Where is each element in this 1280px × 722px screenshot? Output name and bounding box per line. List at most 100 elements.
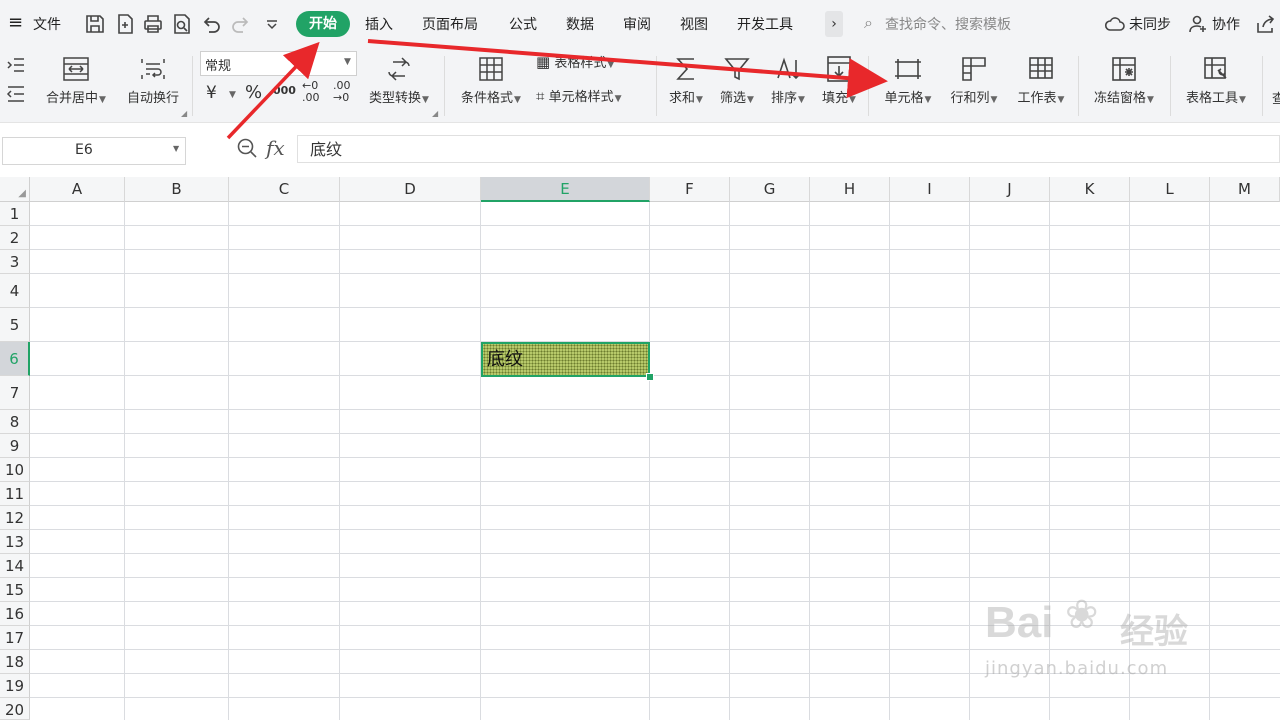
tab-insert[interactable]: 插入 [365, 14, 393, 34]
percent-button[interactable]: % [245, 82, 262, 103]
search-command-input[interactable]: 查找命令、搜索模板 [885, 14, 1011, 34]
row-header-7[interactable]: 7 [0, 376, 30, 410]
find-button-partial[interactable]: 查 [1272, 88, 1280, 107]
row-header-13[interactable]: 13 [0, 530, 30, 554]
merge-center-button[interactable]: 合并居中▼ [38, 54, 114, 106]
more-tabs-button[interactable]: › [825, 11, 843, 37]
filter-icon [724, 58, 750, 81]
column-header-c[interactable]: C [229, 177, 340, 202]
merge-center-icon [63, 57, 89, 81]
type-convert-button[interactable]: 类型转换▼ [362, 54, 436, 106]
tab-formula[interactable]: 公式 [509, 14, 537, 34]
indent-icon[interactable] [6, 55, 26, 75]
save-icon[interactable] [84, 13, 106, 35]
worksheet-button[interactable]: 工作表▼ [1010, 54, 1072, 106]
redo-icon[interactable] [230, 13, 252, 35]
grid-vline [480, 202, 481, 720]
tab-page-layout[interactable]: 页面布局 [422, 14, 478, 34]
outdent-icon[interactable] [6, 84, 26, 104]
name-box-value: E6 [75, 142, 93, 158]
decrease-decimal-button[interactable]: .00 →0 [333, 80, 357, 104]
row-header-11[interactable]: 11 [0, 482, 30, 506]
table-tools-icon [1204, 57, 1227, 79]
conditional-format-button[interactable]: 条件格式▼ [454, 54, 528, 106]
number-format-select[interactable]: 常规 ▼ [200, 51, 357, 76]
insert-function-button[interactable]: fx [266, 136, 285, 160]
tab-review[interactable]: 审阅 [623, 14, 651, 34]
freeze-panes-button[interactable]: 冻结窗格▼ [1086, 54, 1162, 106]
increase-decimal-button[interactable]: ←0 .00 [302, 80, 326, 104]
cell-style-button[interactable]: ⌗ 单元格样式▼ [536, 86, 622, 105]
row-header-2[interactable]: 2 [0, 226, 30, 250]
column-header-b[interactable]: B [125, 177, 229, 202]
sum-button[interactable]: 求和▼ [664, 54, 708, 106]
row-header-20[interactable]: 20 [0, 698, 30, 720]
share-icon[interactable] [1255, 14, 1277, 34]
watermark-brand: Bai [985, 598, 1054, 647]
row-header-5[interactable]: 5 [0, 308, 30, 342]
currency-dropdown-icon[interactable]: ▼ [229, 90, 236, 100]
tab-data[interactable]: 数据 [566, 14, 594, 34]
column-header-g[interactable]: G [730, 177, 810, 202]
auto-wrap-button[interactable]: 自动换行 [120, 54, 186, 106]
select-all-corner[interactable]: ◢ [0, 177, 30, 202]
column-header-m[interactable]: M [1210, 177, 1280, 202]
column-header-j[interactable]: J [970, 177, 1050, 202]
column-header-a[interactable]: A [30, 177, 125, 202]
name-box[interactable]: E6 ▼ [2, 137, 186, 165]
row-header-12[interactable]: 12 [0, 506, 30, 530]
zoom-search-icon[interactable] [236, 137, 258, 159]
column-header-e[interactable]: E [481, 177, 650, 202]
sync-status[interactable]: 未同步 [1129, 14, 1171, 34]
ribbon-divider [1078, 56, 1079, 116]
fill-handle[interactable] [646, 373, 654, 381]
row-header-9[interactable]: 9 [0, 434, 30, 458]
row-header-10[interactable]: 10 [0, 458, 30, 482]
table-tools-label: 表格工具 [1186, 91, 1239, 106]
table-tools-button[interactable]: 表格工具▼ [1178, 54, 1254, 106]
print-icon[interactable] [142, 13, 164, 35]
column-header-d[interactable]: D [340, 177, 481, 202]
user-collab-icon[interactable] [1188, 14, 1208, 34]
hamburger-menu-icon[interactable]: ≡ [8, 12, 23, 33]
fill-button[interactable]: 填充▼ [817, 54, 861, 106]
row-header-18[interactable]: 18 [0, 650, 30, 674]
tab-developer[interactable]: 开发工具 [737, 14, 793, 34]
column-header-k[interactable]: K [1050, 177, 1130, 202]
quick-access-dropdown-icon[interactable] [261, 13, 283, 35]
row-col-button[interactable]: 行和列▼ [944, 54, 1004, 106]
row-header-14[interactable]: 14 [0, 554, 30, 578]
print-preview-icon[interactable] [171, 13, 193, 35]
column-header-h[interactable]: H [810, 177, 890, 202]
dialog-launcher-icon[interactable]: ◢ [181, 109, 187, 118]
dialog-launcher-icon[interactable]: ◢ [432, 109, 438, 118]
row-header-17[interactable]: 17 [0, 626, 30, 650]
table-style-button[interactable]: ▦ 表格样式▼ [536, 52, 614, 71]
column-header-l[interactable]: L [1130, 177, 1210, 202]
undo-icon[interactable] [200, 13, 222, 35]
row-header-4[interactable]: 4 [0, 274, 30, 308]
cell-button[interactable]: 单元格▼ [878, 54, 938, 106]
row-header-8[interactable]: 8 [0, 410, 30, 434]
formula-input[interactable]: 底纹 [297, 135, 1280, 163]
column-header-i[interactable]: I [890, 177, 970, 202]
row-header-3[interactable]: 3 [0, 250, 30, 274]
column-header-f[interactable]: F [650, 177, 730, 202]
export-pdf-icon[interactable] [114, 13, 136, 35]
currency-button[interactable]: ¥ [206, 83, 217, 103]
row-header-15[interactable]: 15 [0, 578, 30, 602]
cloud-sync-icon[interactable] [1104, 14, 1126, 34]
filter-button[interactable]: 筛选▼ [715, 54, 759, 106]
row-header-1[interactable]: 1 [0, 202, 30, 226]
grid-vline [729, 202, 730, 720]
row-header-6[interactable]: 6 [0, 342, 30, 376]
sort-button[interactable]: 排序▼ [766, 54, 810, 106]
thousands-separator-button[interactable]: 000 [273, 84, 296, 97]
tab-view[interactable]: 视图 [680, 14, 708, 34]
cell-e6-selected[interactable]: 底纹 [481, 342, 650, 377]
row-header-16[interactable]: 16 [0, 602, 30, 626]
collab-button[interactable]: 协作 [1212, 14, 1240, 34]
tab-start[interactable]: 开始 [296, 11, 350, 37]
row-header-19[interactable]: 19 [0, 674, 30, 698]
file-menu[interactable]: 文件 [33, 14, 61, 34]
